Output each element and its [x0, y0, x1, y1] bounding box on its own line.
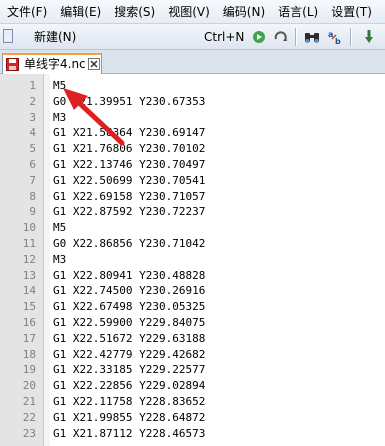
- toolbar: 新建(N) Ctrl+N a b: [0, 24, 385, 50]
- line-code-text: G1 X21.58364 Y230.69147: [53, 126, 206, 140]
- new-file-label[interactable]: 新建(N): [34, 24, 76, 49]
- menu-encoding[interactable]: 编码(N): [216, 0, 271, 23]
- code-line[interactable]: 1 M5: [0, 78, 385, 94]
- code-line[interactable]: 14 G1 X22.74500 Y230.26916: [0, 283, 385, 299]
- menu-language[interactable]: 语言(L): [271, 0, 324, 23]
- line-number: 23: [22, 426, 36, 440]
- line-code-text: G1 X22.13746 Y230.70497: [53, 158, 206, 171]
- line-code-text: G1 X21.99855 Y228.64872: [53, 410, 206, 424]
- code-line[interactable]: 21 G1 X22.11758 Y228.83652: [0, 394, 385, 410]
- line-number: 12: [22, 252, 36, 266]
- code-line[interactable]: 7 G1 X22.50699 Y230.70541: [0, 173, 385, 189]
- menu-view[interactable]: 视图(V): [161, 0, 216, 23]
- code-line[interactable]: 17 G1 X22.51672 Y229.63188: [0, 331, 385, 347]
- code-line[interactable]: 18 G1 X22.42779 Y229.42682: [0, 347, 385, 363]
- menu-bar: 文件(F) 编辑(E) 搜索(S) 视图(V) 编码(N) 语言(L) 设置(T): [0, 0, 385, 24]
- line-code-text: G1 X22.11758 Y228.83652: [53, 395, 206, 408]
- code-line[interactable]: 8 G1 X22.69158 Y230.71057: [0, 189, 385, 205]
- line-number: 20: [22, 379, 36, 393]
- line-code-text: G1 X22.33185 Y229.22577: [53, 363, 206, 377]
- line-code-text: G1 X21.87112 Y228.46573: [53, 426, 206, 440]
- line-number: 5: [29, 142, 36, 156]
- line-code-text: M5: [53, 79, 67, 92]
- line-number: 16: [22, 316, 36, 329]
- line-number: 2: [29, 94, 36, 108]
- binoculars-icon[interactable]: [303, 28, 321, 46]
- line-code-text: G1 X22.22856 Y229.02894: [53, 379, 206, 393]
- pin-icon[interactable]: [360, 28, 378, 46]
- code-line[interactable]: 19 G1 X22.33185 Y229.22577: [0, 362, 385, 378]
- line-number: 3: [29, 110, 36, 124]
- code-line[interactable]: 5 G1 X21.76806 Y230.70102: [0, 141, 385, 157]
- new-file-icon[interactable]: [3, 29, 13, 43]
- toolbar-separator: [350, 28, 352, 46]
- code-line[interactable]: 23 G1 X21.87112 Y228.46573: [0, 426, 385, 442]
- editor-area[interactable]: 1 M5 2 G0 X21.39951 Y230.67353 3 M3 4 G1 X21.58…: [0, 74, 385, 446]
- code-line[interactable]: 11 G0 X22.86856 Y230.71042: [0, 236, 385, 252]
- tab-document[interactable]: 单线字4.nc: [2, 53, 102, 74]
- line-code-text: G0 X22.86856 Y230.71042: [53, 237, 206, 250]
- redo-icon[interactable]: [272, 28, 290, 46]
- line-number: 8: [29, 189, 36, 203]
- line-number: 6: [29, 158, 36, 171]
- line-number: 1: [29, 79, 36, 92]
- code-line[interactable]: 3 M3: [0, 110, 385, 126]
- line-code-text: G1 X21.76806 Y230.70102: [53, 142, 206, 156]
- save-icon: [6, 58, 19, 71]
- line-number: 17: [22, 331, 36, 345]
- line-number: 4: [29, 126, 36, 140]
- line-number: 9: [29, 205, 36, 219]
- line-code-text: M3: [53, 110, 67, 124]
- line-code-text: G1 X22.80941 Y230.48828: [53, 268, 206, 282]
- line-code-text: G0 X21.39951 Y230.67353: [53, 94, 206, 108]
- line-code-text: G1 X22.42779 Y229.42682: [53, 347, 206, 361]
- code-line[interactable]: 15 G1 X22.67498 Y230.05325: [0, 299, 385, 315]
- code-line[interactable]: 2 G0 X21.39951 Y230.67353: [0, 94, 385, 110]
- new-file-shortcut: Ctrl+N: [204, 30, 245, 44]
- code-line[interactable]: 9 G1 X22.87592 Y230.72237: [0, 204, 385, 220]
- code-line[interactable]: 10 M5: [0, 220, 385, 236]
- tab-label: 单线字4.nc: [24, 57, 86, 71]
- find-replace-icon[interactable]: a b: [327, 28, 345, 46]
- line-number: 13: [22, 268, 36, 282]
- line-number: 11: [22, 237, 36, 250]
- line-code-text: G1 X22.59900 Y229.84075: [53, 316, 206, 329]
- line-number: 21: [22, 395, 36, 408]
- line-code-text: G1 X22.50699 Y230.70541: [53, 173, 206, 187]
- line-code-text: M3: [53, 252, 67, 266]
- line-number: 19: [22, 363, 36, 377]
- line-code-text: G1 X22.69158 Y230.71057: [53, 189, 206, 203]
- code-line[interactable]: 4 G1 X21.58364 Y230.69147: [0, 125, 385, 141]
- menu-edit[interactable]: 编辑(E): [53, 0, 107, 23]
- line-number: 22: [22, 410, 36, 424]
- line-number: 10: [22, 221, 36, 235]
- line-code-text: M5: [53, 221, 67, 235]
- line-number: 7: [29, 173, 36, 187]
- svg-text:b: b: [335, 37, 341, 46]
- line-number: 15: [22, 300, 36, 314]
- close-icon[interactable]: [88, 58, 100, 70]
- code-line[interactable]: 12 M3: [0, 252, 385, 268]
- code-line[interactable]: 16 G1 X22.59900 Y229.84075: [0, 315, 385, 331]
- run-icon[interactable]: [250, 28, 268, 46]
- line-number: 18: [22, 347, 36, 361]
- code-line[interactable]: 6 G1 X22.13746 Y230.70497: [0, 157, 385, 173]
- tab-bar: 单线字4.nc: [0, 50, 385, 74]
- line-code-text: G1 X22.51672 Y229.63188: [53, 331, 206, 345]
- toolbar-separator: [295, 28, 297, 46]
- line-code-text: G1 X22.74500 Y230.26916: [53, 284, 206, 298]
- code-line[interactable]: 13 G1 X22.80941 Y230.48828: [0, 268, 385, 284]
- code-line[interactable]: 20 G1 X22.22856 Y229.02894: [0, 378, 385, 394]
- line-code-text: G1 X22.87592 Y230.72237: [53, 205, 206, 219]
- line-number: 14: [22, 284, 36, 298]
- code-line[interactable]: 22 G1 X21.99855 Y228.64872: [0, 410, 385, 426]
- line-code-text: G1 X22.67498 Y230.05325: [53, 300, 206, 314]
- menu-search[interactable]: 搜索(S): [107, 0, 161, 23]
- menu-file[interactable]: 文件(F): [0, 0, 53, 23]
- menu-settings[interactable]: 设置(T): [324, 0, 378, 23]
